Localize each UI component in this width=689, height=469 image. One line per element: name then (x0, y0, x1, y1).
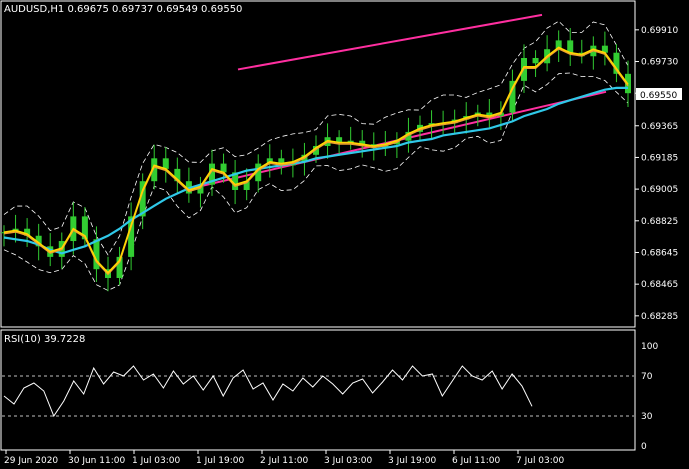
time-tick-label: 30 Jun 11:00 (68, 456, 125, 466)
price-tick-label: 0.69910 (641, 26, 678, 36)
time-tick-label: 29 Jun 2020 (4, 456, 58, 466)
rsi-axis: 100 70 30 0 (641, 342, 658, 452)
time-tick-label: 6 Jul 11:00 (452, 456, 501, 466)
time-tick-label: 3 Jul 19:00 (388, 456, 437, 466)
price-tick-label: 0.69365 (641, 122, 678, 132)
rsi-plot-area (2, 365, 634, 418)
rsi-line (3, 365, 533, 418)
time-axis: 29 Jun 2020 30 Jun 11:00 1 Jul 03:00 1 Jul … (4, 450, 565, 466)
price-chart[interactable]: 0.69910 0.69730 0.69550 0.69365 0.69185 0.690… (0, 0, 689, 469)
channel-lower-line (202, 90, 607, 187)
rsi-tick-label: 30 (641, 412, 653, 422)
candle-body (162, 158, 169, 169)
rsi-tick-label: 0 (641, 442, 647, 452)
time-tick-label: 1 Jul 19:00 (196, 456, 245, 466)
rsi-label: RSI(10) 39.7228 (4, 334, 85, 345)
main-plot-area (1, 13, 631, 292)
price-tick-label: 0.68285 (641, 312, 678, 322)
symbol-info: AUDUSD,H1 0.69675 0.69737 0.69549 0.6955… (4, 4, 242, 15)
price-tick-label: 0.68825 (641, 217, 678, 227)
price-tick-label: 0.69730 (641, 58, 678, 68)
current-price-label: 0.69550 (640, 91, 677, 101)
price-tick-label: 0.68465 (641, 280, 678, 290)
time-tick-label: 3 Jul 03:00 (324, 456, 373, 466)
rsi-panel-frame (0, 329, 636, 451)
time-tick-label: 1 Jul 03:00 (132, 456, 181, 466)
time-tick-label: 2 Jul 11:00 (260, 456, 309, 466)
rsi-tick-label: 70 (641, 372, 653, 382)
current-price-marker: 0.69550 (636, 88, 682, 101)
price-tick-label: 0.68645 (641, 248, 678, 258)
price-axis: 0.69910 0.69730 0.69550 0.69365 0.69185 0.690… (635, 26, 678, 322)
channel-upper-line (237, 13, 543, 71)
candle-body (532, 58, 539, 64)
ma-slow-line (3, 86, 628, 255)
price-tick-label: 0.69185 (641, 153, 678, 163)
price-tick-label: 0.69005 (641, 185, 678, 195)
rsi-tick-label: 100 (641, 342, 658, 352)
time-tick-label: 7 Jul 03:00 (516, 456, 565, 466)
